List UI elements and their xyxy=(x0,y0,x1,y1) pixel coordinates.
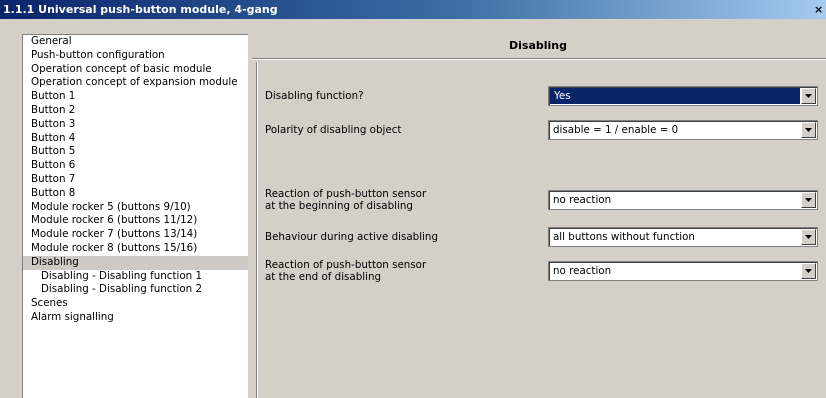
reaction-end-label-line1: Reaction of push-button sensor xyxy=(265,259,427,271)
tree-item-button-8[interactable]: Button 8 xyxy=(23,187,248,201)
polarity-value: disable = 1 / enable = 0 xyxy=(553,124,679,136)
tree-item-disabling-function-2[interactable]: Disabling - Disabling function 2 xyxy=(23,283,248,297)
reaction-end-label-line2: at the end of disabling xyxy=(265,271,382,283)
panel-divider xyxy=(252,58,826,60)
disabling-function-value: Yes xyxy=(550,88,800,104)
panel-frame xyxy=(256,62,258,398)
reaction-begin-label-line2: at the beginning of disabling xyxy=(265,200,413,212)
tree-item-button-4[interactable]: Button 4 xyxy=(23,132,248,146)
disabling-function-label: Disabling function? xyxy=(265,90,364,102)
window-title: 1.1.1 Universal push-button module, 4-ga… xyxy=(3,3,278,16)
window-titlebar: 1.1.1 Universal push-button module, 4-ga… xyxy=(0,0,826,19)
tree-item-operation-concept-basic[interactable]: Operation concept of basic module xyxy=(23,63,248,77)
reaction-end-select[interactable]: no reaction xyxy=(548,261,818,281)
reaction-begin-value: no reaction xyxy=(553,194,612,206)
close-icon[interactable]: × xyxy=(814,0,826,19)
behaviour-active-label: Behaviour during active disabling xyxy=(265,231,438,243)
tree-item-button-3[interactable]: Button 3 xyxy=(23,118,248,132)
tree-item-module-rocker-5[interactable]: Module rocker 5 (buttons 9/10) xyxy=(23,201,248,215)
parameter-tree[interactable]: General Push-button configuration Operat… xyxy=(22,34,248,398)
tree-item-general[interactable]: General xyxy=(23,35,248,49)
polarity-select[interactable]: disable = 1 / enable = 0 xyxy=(548,120,818,140)
tree-item-button-1[interactable]: Button 1 xyxy=(23,90,248,104)
chevron-down-icon[interactable] xyxy=(801,122,816,138)
tree-item-button-7[interactable]: Button 7 xyxy=(23,173,248,187)
panel-title: Disabling xyxy=(509,39,567,52)
tree-item-push-button-configuration[interactable]: Push-button configuration xyxy=(23,49,248,63)
behaviour-active-value: all buttons without function xyxy=(553,231,695,243)
reaction-begin-label-line1: Reaction of push-button sensor xyxy=(265,188,427,200)
tree-item-button-6[interactable]: Button 6 xyxy=(23,159,248,173)
reaction-begin-select[interactable]: no reaction xyxy=(548,190,818,210)
tree-item-scenes[interactable]: Scenes xyxy=(23,297,248,311)
tree-item-module-rocker-8[interactable]: Module rocker 8 (buttons 15/16) xyxy=(23,242,248,256)
reaction-end-value: no reaction xyxy=(553,265,612,277)
tree-item-module-rocker-6[interactable]: Module rocker 6 (buttons 11/12) xyxy=(23,214,248,228)
behaviour-active-select[interactable]: all buttons without function xyxy=(548,227,818,247)
tree-item-disabling[interactable]: Disabling xyxy=(23,255,248,270)
chevron-down-icon[interactable] xyxy=(801,88,816,104)
chevron-down-icon[interactable] xyxy=(801,192,816,208)
tree-item-disabling-function-1[interactable]: Disabling - Disabling function 1 xyxy=(23,270,248,284)
polarity-label: Polarity of disabling object xyxy=(265,124,402,136)
chevron-down-icon[interactable] xyxy=(801,263,816,279)
tree-item-operation-concept-expansion[interactable]: Operation concept of expansion module xyxy=(23,76,248,90)
tree-item-button-5[interactable]: Button 5 xyxy=(23,145,248,159)
disabling-function-select[interactable]: Yes xyxy=(548,86,818,106)
tree-item-button-2[interactable]: Button 2 xyxy=(23,104,248,118)
tree-item-module-rocker-7[interactable]: Module rocker 7 (buttons 13/14) xyxy=(23,228,248,242)
tree-item-alarm-signalling[interactable]: Alarm signalling xyxy=(23,311,248,325)
chevron-down-icon[interactable] xyxy=(801,229,816,245)
